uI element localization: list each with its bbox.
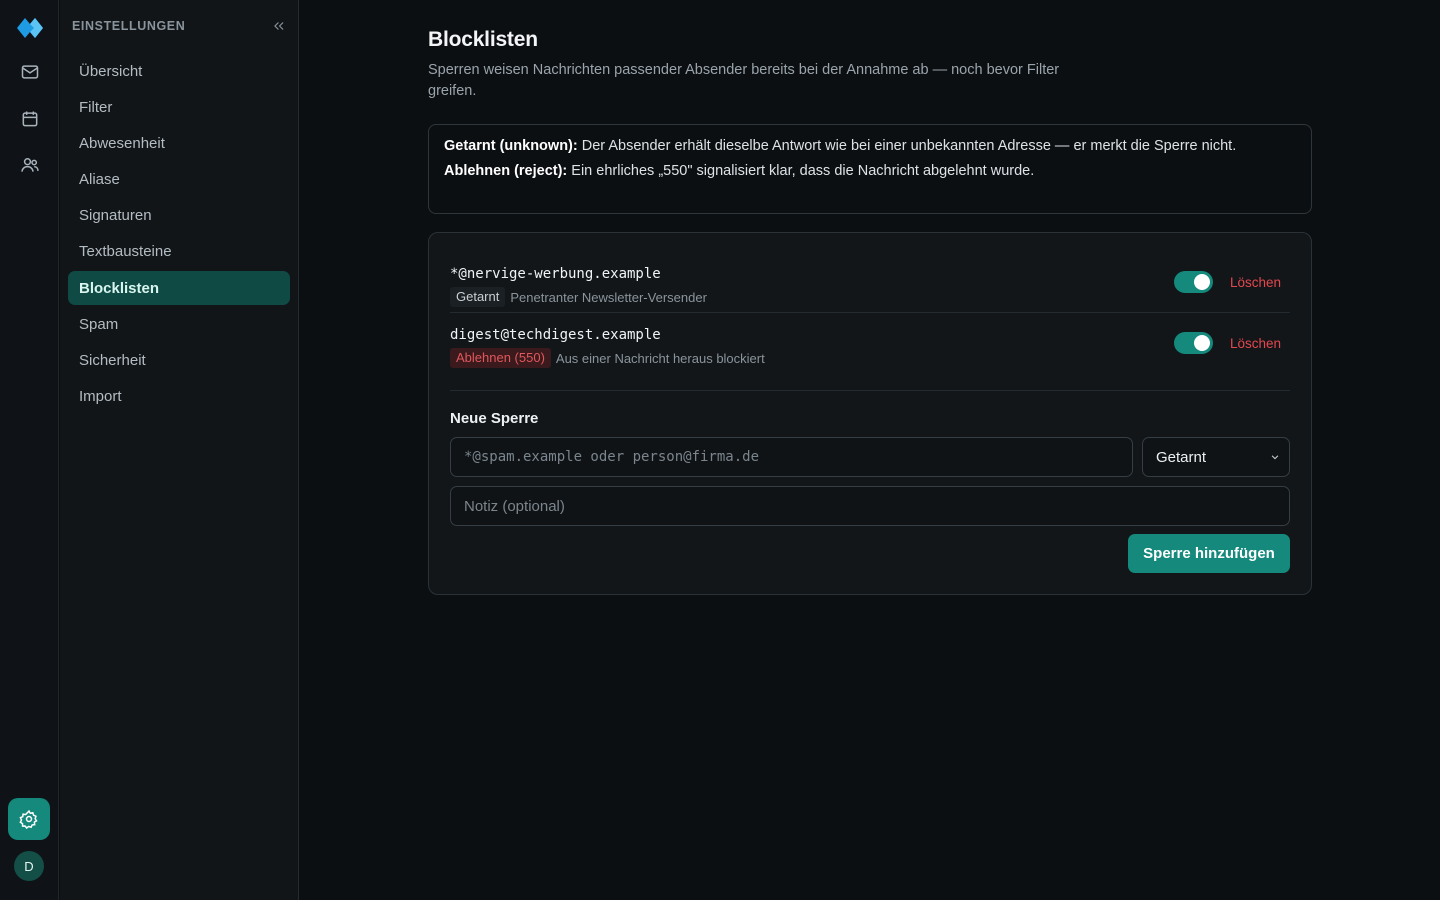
divider <box>450 390 1290 391</box>
note-input[interactable]: Notiz (optional) <box>450 486 1290 526</box>
new-block-title: Neue Sperre <box>450 410 539 427</box>
chevrons-left-icon <box>274 22 284 30</box>
page-title: Blocklisten <box>428 28 538 51</box>
sidebar-item-filter[interactable]: Filter <box>68 90 290 124</box>
delete-button[interactable]: Löschen <box>1230 336 1281 351</box>
contacts-icon[interactable] <box>10 145 50 185</box>
settings-button[interactable] <box>8 798 50 840</box>
sidebar-item-import[interactable]: Import <box>68 380 290 414</box>
gear-icon <box>19 809 38 829</box>
mode-badge: Ablehnen (550) <box>450 348 551 368</box>
blocked-address: *@nervige-werbung.example <box>450 266 661 282</box>
settings-nav: Übersicht Filter Abwesenheit Aliase Sign… <box>68 54 290 416</box>
toggle-knob <box>1194 274 1210 290</box>
sidebar-item-spam[interactable]: Spam <box>68 307 290 341</box>
sidebar-item-signaturen[interactable]: Signaturen <box>68 199 290 233</box>
enabled-toggle[interactable] <box>1174 332 1213 354</box>
add-block-button[interactable]: Sperre hinzufügen <box>1128 534 1290 573</box>
reject-label: Ablehnen (reject): <box>444 163 568 179</box>
settings-sidebar: EINSTELLUNGEN Übersicht Filter Abwesenhe… <box>60 0 299 900</box>
stealth-label: Getarnt (unknown): <box>444 138 578 154</box>
blocked-address: digest@techdigest.example <box>450 327 661 343</box>
reject-explanation: Ablehnen (reject): Ein ehrliches „550" s… <box>444 161 1296 182</box>
chevron-down-icon <box>1271 455 1279 460</box>
sidebar-item-abwesenheit[interactable]: Abwesenheit <box>68 126 290 160</box>
delete-button[interactable]: Löschen <box>1230 275 1281 290</box>
sidebar-item-textbausteine[interactable]: Textbausteine <box>68 235 290 269</box>
blocklist-card: *@nervige-werbung.example Getarnt Penetr… <box>428 232 1312 595</box>
enabled-toggle[interactable] <box>1174 271 1213 293</box>
sidebar-item-sicherheit[interactable]: Sicherheit <box>68 344 290 378</box>
info-box: Getarnt (unknown): Der Absender erhält d… <box>428 124 1312 214</box>
entry-note: Aus einer Nachricht heraus blockiert <box>555 350 765 366</box>
sidebar-item-uebersicht[interactable]: Übersicht <box>68 54 290 88</box>
toggle-knob <box>1194 335 1210 351</box>
address-input[interactable]: *@spam.example oder person@firma.de <box>450 437 1133 477</box>
reject-text: Ein ehrliches „550" signalisiert klar, d… <box>567 163 1035 179</box>
avatar[interactable]: D <box>14 851 44 881</box>
mail-icon[interactable] <box>10 52 50 92</box>
sidebar-item-blocklisten[interactable]: Blocklisten <box>68 271 290 306</box>
list-item: *@nervige-werbung.example Getarnt Penetr… <box>450 253 1290 313</box>
calendar-icon[interactable] <box>10 99 50 139</box>
entry-meta: Ablehnen (550) Aus einer Nachricht herau… <box>450 348 765 368</box>
list-item: digest@techdigest.example Ablehnen (550)… <box>450 314 1290 374</box>
page-description: Sperren weisen Nachrichten passender Abs… <box>428 62 1060 99</box>
sidebar-item-aliase[interactable]: Aliase <box>68 163 290 197</box>
mode-select[interactable]: Getarnt <box>1142 437 1290 477</box>
stealth-text: Der Absender erhält dieselbe Antwort wie… <box>577 138 1237 154</box>
collapse-sidebar-button[interactable] <box>271 18 287 34</box>
sidebar-title: EINSTELLUNGEN <box>72 19 186 33</box>
mode-select-value: Getarnt <box>1156 448 1207 466</box>
entry-note: Penetranter Newsletter-Versender <box>510 289 707 305</box>
entry-meta: Getarnt Penetranter Newsletter-Versender <box>450 287 707 307</box>
icon-rail: D <box>0 0 59 900</box>
mode-badge: Getarnt <box>450 287 506 307</box>
sidebar-header: EINSTELLUNGEN <box>72 17 287 35</box>
stealth-explanation: Getarnt (unknown): Der Absender erhält d… <box>444 136 1296 157</box>
logo-icon <box>17 18 43 38</box>
